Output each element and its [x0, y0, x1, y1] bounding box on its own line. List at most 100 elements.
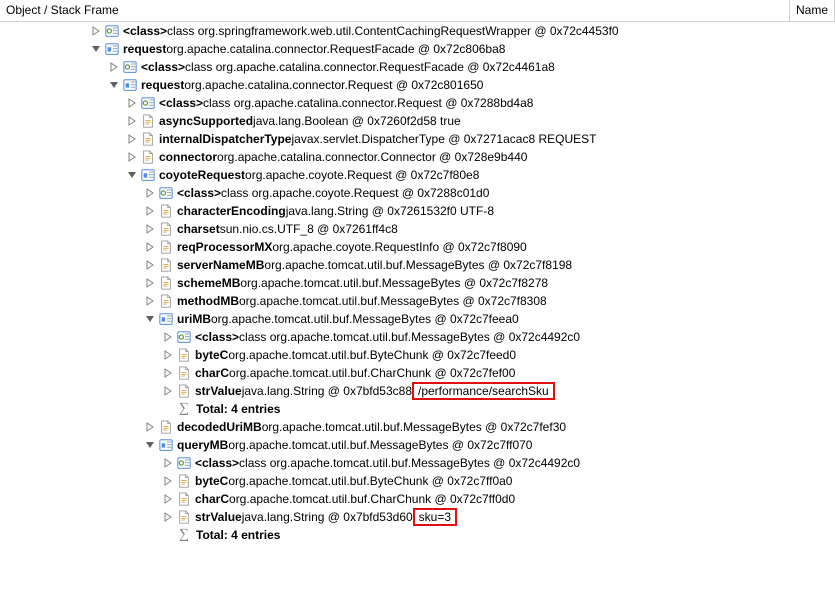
node-name: <class> — [195, 330, 239, 344]
file-icon — [158, 275, 174, 291]
header-name[interactable]: Name — [790, 0, 835, 21]
tree-row[interactable]: ∑Total: 4 entries — [0, 400, 835, 418]
expander-closed-icon[interactable] — [126, 97, 138, 109]
tree-row[interactable]: decodedUriMB org.apache.tomcat.util.buf.… — [0, 418, 835, 436]
tree-row[interactable]: byteC org.apache.tomcat.util.buf.ByteChu… — [0, 472, 835, 490]
node-detail: org.apache.tomcat.util.buf.ByteChunk @ 0… — [228, 348, 516, 362]
expander-closed-icon[interactable] — [162, 493, 174, 505]
expander-closed-icon[interactable] — [144, 241, 156, 253]
expander-closed-icon[interactable] — [162, 367, 174, 379]
tree-row[interactable]: charC org.apache.tomcat.util.buf.CharChu… — [0, 490, 835, 508]
node-detail: org.apache.tomcat.util.buf.MessageBytes … — [228, 438, 532, 452]
node-detail: org.apache.tomcat.util.buf.MessageBytes … — [240, 276, 548, 290]
node-name: <class> — [159, 96, 203, 110]
tree-row[interactable]: queryMB org.apache.tomcat.util.buf.Messa… — [0, 436, 835, 454]
tree-row[interactable]: strValue java.lang.String @ 0x7bfd53c88 … — [0, 382, 835, 400]
tree-row[interactable]: ∑ Total: 4 entries — [0, 526, 835, 544]
object-icon — [158, 311, 174, 327]
expander-closed-icon[interactable] — [162, 475, 174, 487]
node-name: <class> — [141, 60, 185, 74]
tree-row[interactable]: reqProcessorMX org.apache.coyote.Request… — [0, 238, 835, 256]
expander-closed-icon[interactable] — [162, 457, 174, 469]
expander-closed-icon[interactable] — [162, 511, 174, 523]
file-icon — [158, 257, 174, 273]
expander-closed-icon[interactable] — [126, 133, 138, 145]
node-name: charC — [195, 366, 229, 380]
expander-closed-icon[interactable] — [162, 385, 174, 397]
total-label: Total: 4 entries — [196, 402, 280, 416]
node-name: coyoteRequest — [159, 168, 245, 182]
tree-row[interactable]: asyncSupported java.lang.Boolean @ 0x726… — [0, 112, 835, 130]
tree-row[interactable]: serverNameMB org.apache.tomcat.util.buf.… — [0, 256, 835, 274]
node-detail: java.lang.String @ 0x7bfd53d60 — [242, 510, 413, 524]
node-detail: org.apache.catalina.connector.Request @ … — [184, 78, 483, 92]
node-detail: class org.apache.tomcat.util.buf.Message… — [239, 330, 580, 344]
file-icon — [176, 365, 192, 381]
file-icon — [158, 203, 174, 219]
class-icon — [104, 23, 120, 39]
node-name: methodMB — [177, 294, 239, 308]
node-name: characterEncoding — [177, 204, 286, 218]
expander-closed-icon[interactable] — [108, 61, 120, 73]
tree-row[interactable]: <class> class org.springframework.web.ut… — [0, 22, 835, 40]
node-detail: org.apache.tomcat.util.buf.MessageBytes … — [211, 312, 519, 326]
tree-row[interactable]: <class> class org.apache.tomcat.util.buf… — [0, 328, 835, 346]
expander-closed-icon[interactable] — [144, 205, 156, 217]
tree-row[interactable]: schemeMB org.apache.tomcat.util.buf.Mess… — [0, 274, 835, 292]
expander-open-icon[interactable] — [90, 43, 102, 55]
tree-row[interactable]: methodMB org.apache.tomcat.util.buf.Mess… — [0, 292, 835, 310]
expander-closed-icon[interactable] — [126, 151, 138, 163]
header-object-stack[interactable]: Object / Stack Frame — [0, 0, 790, 21]
node-name: charset — [177, 222, 220, 236]
expander-closed-icon[interactable] — [90, 25, 102, 37]
expander-closed-icon[interactable] — [144, 223, 156, 235]
expander-open-icon[interactable] — [144, 439, 156, 451]
tree-row[interactable]: uriMB org.apache.tomcat.util.buf.Message… — [0, 310, 835, 328]
tree-row[interactable]: charC org.apache.tomcat.util.buf.CharChu… — [0, 364, 835, 382]
tree-row[interactable]: coyoteRequest org.apache.coyote.Request … — [0, 166, 835, 184]
node-name: uriMB — [177, 312, 211, 326]
tree-row[interactable]: connector org.apache.catalina.connector.… — [0, 148, 835, 166]
tree-row[interactable]: <class> class org.apache.catalina.connec… — [0, 94, 835, 112]
node-name: byteC — [195, 348, 228, 362]
file-icon — [140, 149, 156, 165]
tree-row[interactable]: characterEncoding java.lang.String @ 0x7… — [0, 202, 835, 220]
tree-row[interactable]: charset sun.nio.cs.UTF_8 @ 0x7261ff4c8 — [0, 220, 835, 238]
tree-row[interactable]: <class> class org.apache.catalina.connec… — [0, 58, 835, 76]
node-name: schemeMB — [177, 276, 240, 290]
node-detail: sun.nio.cs.UTF_8 @ 0x7261ff4c8 — [220, 222, 398, 236]
expander-closed-icon[interactable] — [144, 259, 156, 271]
total-label: Total: 4 entries — [196, 528, 280, 542]
object-icon — [104, 41, 120, 57]
expander-closed-icon[interactable] — [144, 277, 156, 289]
file-icon — [176, 383, 192, 399]
tree-row[interactable]: <class> class org.apache.coyote.Request … — [0, 184, 835, 202]
class-icon — [176, 329, 192, 345]
node-name: <class> — [195, 456, 239, 470]
expander-open-icon[interactable] — [126, 169, 138, 181]
expander-closed-icon[interactable] — [144, 421, 156, 433]
node-name: charC — [195, 492, 229, 506]
expander-closed-icon[interactable] — [144, 187, 156, 199]
class-icon — [176, 455, 192, 471]
expander-closed-icon[interactable] — [162, 331, 174, 343]
expander-open-icon[interactable] — [144, 313, 156, 325]
expander-open-icon[interactable] — [108, 79, 120, 91]
file-icon — [176, 491, 192, 507]
expander-closed-icon[interactable] — [126, 115, 138, 127]
node-detail: java.lang.String @ 0x7bfd53c88 — [242, 384, 412, 398]
tree-row[interactable]: <class> class org.apache.tomcat.util.buf… — [0, 454, 835, 472]
tree-row[interactable]: request org.apache.catalina.connector.Re… — [0, 76, 835, 94]
tree-row[interactable]: byteC org.apache.tomcat.util.buf.ByteChu… — [0, 346, 835, 364]
tree-row[interactable]: strValue java.lang.String @ 0x7bfd53d60 … — [0, 508, 835, 526]
expander-closed-icon[interactable] — [162, 349, 174, 361]
expander-closed-icon[interactable] — [144, 295, 156, 307]
object-icon — [122, 77, 138, 93]
tree-row[interactable]: request org.apache.catalina.connector.Re… — [0, 40, 835, 58]
class-icon — [122, 59, 138, 75]
sigma-icon: ∑ — [176, 527, 192, 543]
node-detail: org.apache.tomcat.util.buf.MessageBytes … — [239, 294, 547, 308]
tree-row[interactable]: internalDispatcherType javax.servlet.Dis… — [0, 130, 835, 148]
node-detail: class org.apache.tomcat.util.buf.Message… — [239, 456, 580, 470]
file-icon — [158, 221, 174, 237]
